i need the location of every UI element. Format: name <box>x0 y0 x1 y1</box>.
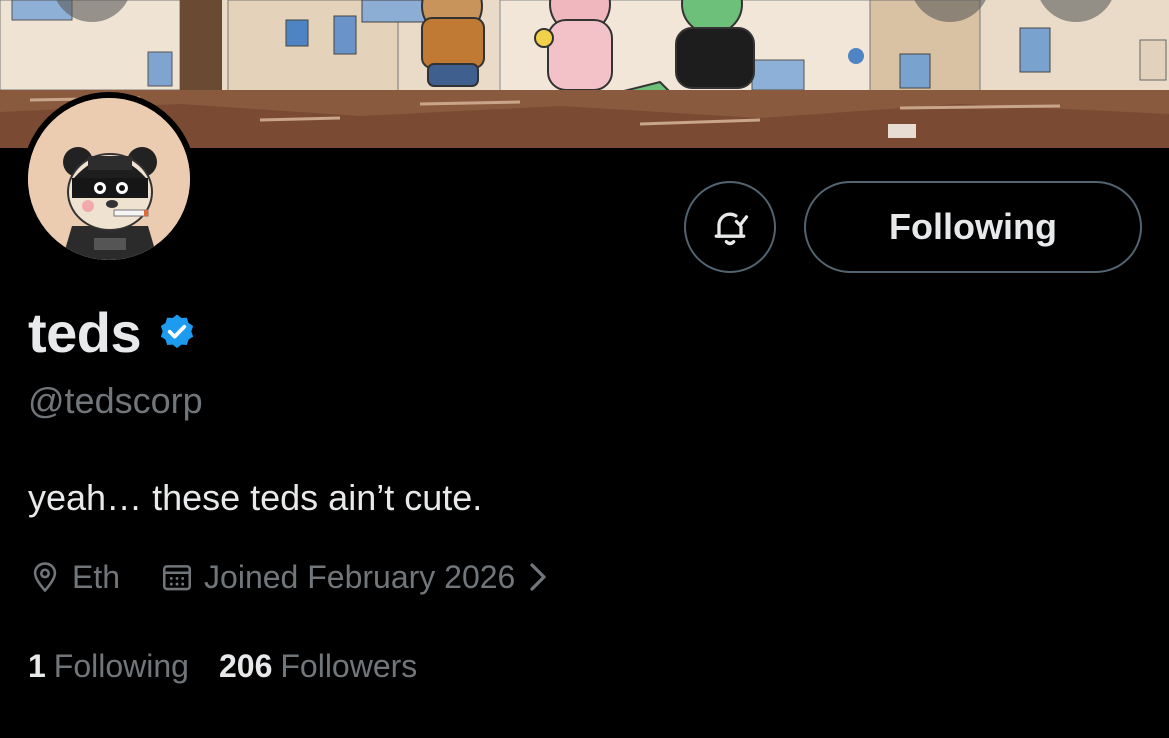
follow-stats: 1 Following 206 Followers <box>28 644 447 688</box>
avatar-illustration <box>28 98 190 260</box>
joined-text: Joined February 2026 <box>204 558 516 595</box>
joined-date[interactable]: Joined February 2026 <box>160 559 549 596</box>
name-row: teds <box>28 300 197 364</box>
calendar-icon <box>163 565 192 591</box>
location-pin-icon <box>33 562 57 593</box>
chevron-right-icon <box>530 563 546 591</box>
user-handle: @tedscorp <box>28 380 203 421</box>
following-label: Following <box>53 647 189 684</box>
followers-label: Followers <box>280 647 418 684</box>
location: Eth <box>28 559 120 596</box>
profile-meta: Eth Joined February 2026 <box>28 555 549 599</box>
profile-bio: yeah… these teds ain’t cute. <box>28 477 483 518</box>
followers-stat[interactable]: 206 Followers <box>219 648 417 685</box>
followers-count: 206 <box>218 647 273 684</box>
location-text: Eth <box>72 558 121 595</box>
profile-avatar[interactable] <box>28 98 190 260</box>
following-button[interactable]: Following <box>804 181 1142 273</box>
following-count: 1 <box>28 647 46 684</box>
notification-bell-check-icon <box>714 212 749 246</box>
notifications-bell-button[interactable] <box>684 181 776 273</box>
display-name: teds <box>28 300 142 364</box>
following-stat[interactable]: 1 Following <box>28 648 189 685</box>
verified-badge-icon[interactable] <box>157 312 197 352</box>
